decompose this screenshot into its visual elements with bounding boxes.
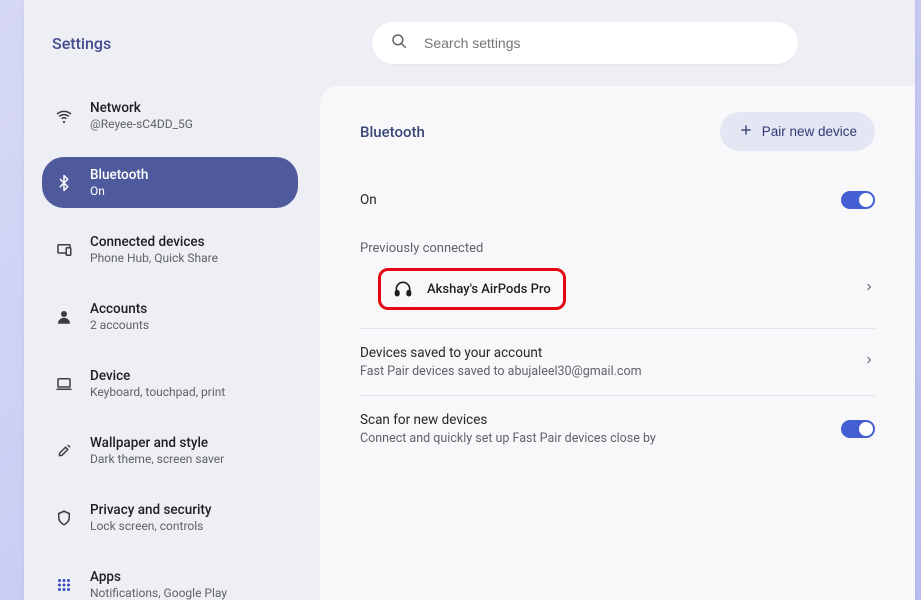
- sidebar-item-sublabel: Keyboard, touchpad, print: [90, 385, 225, 399]
- row-subtitle: Connect and quickly set up Fast Pair dev…: [360, 431, 656, 446]
- devices-icon: [54, 240, 74, 260]
- pair-button-label: Pair new device: [762, 124, 857, 139]
- row-subtitle: Fast Pair devices saved to abujaleel30@g…: [360, 364, 863, 379]
- sidebar-item-sublabel: @Reyee-sC4DD_5G: [90, 117, 193, 131]
- sidebar-item-label: Apps: [90, 569, 227, 585]
- content-panel: Bluetooth Pair new device On Previously …: [320, 86, 915, 600]
- shield-icon: [54, 508, 74, 528]
- row-title: Devices saved to your account: [360, 345, 863, 361]
- bluetooth-toggle[interactable]: [841, 191, 875, 209]
- search-input[interactable]: [422, 34, 780, 52]
- sidebar-item-sublabel: Lock screen, controls: [90, 519, 212, 533]
- sidebar-item-sublabel: Dark theme, screen saver: [90, 452, 224, 466]
- sidebar-item-sublabel: 2 accounts: [90, 318, 149, 332]
- sidebar-item-label: Accounts: [90, 301, 149, 317]
- content-title: Bluetooth: [360, 123, 425, 141]
- headphones-icon: [393, 279, 413, 299]
- bluetooth-icon: [54, 173, 74, 193]
- sidebar-item-bluetooth[interactable]: Bluetooth On: [42, 157, 298, 208]
- scan-toggle[interactable]: [841, 420, 875, 438]
- sidebar-item-label: Wallpaper and style: [90, 435, 224, 451]
- plus-icon: [738, 122, 754, 141]
- scan-new-devices-row: Scan for new devices Connect and quickly…: [360, 395, 875, 462]
- row-title: Scan for new devices: [360, 412, 656, 428]
- sidebar-item-label: Device: [90, 368, 225, 384]
- sidebar-item-sublabel: Phone Hub, Quick Share: [90, 251, 218, 265]
- sidebar-item-label: Connected devices: [90, 234, 218, 250]
- search-icon: [390, 32, 408, 54]
- apps-icon: [54, 575, 74, 595]
- person-icon: [54, 307, 74, 327]
- previously-connected-label: Previously connected: [360, 241, 875, 256]
- brush-icon: [54, 441, 74, 461]
- chevron-right-icon[interactable]: [863, 281, 875, 297]
- bluetooth-on-row: On: [360, 177, 875, 223]
- search-field[interactable]: [372, 22, 798, 64]
- sidebar-item-accounts[interactable]: Accounts 2 accounts: [42, 291, 298, 342]
- laptop-icon: [54, 374, 74, 394]
- sidebar-item-label: Network: [90, 100, 193, 116]
- row-label: On: [360, 192, 377, 208]
- sidebar-item-sublabel: On: [90, 184, 148, 198]
- sidebar-item-label: Privacy and security: [90, 502, 212, 518]
- sidebar-item-privacy[interactable]: Privacy and security Lock screen, contro…: [42, 492, 298, 543]
- page-title: Settings: [52, 34, 292, 53]
- previously-connected-device[interactable]: Akshay's AirPods Pro: [378, 268, 566, 310]
- sidebar: Network @Reyee-sC4DD_5G Bluetooth On: [24, 86, 316, 600]
- topbar: Settings: [24, 0, 915, 86]
- sidebar-item-apps[interactable]: Apps Notifications, Google Play: [42, 559, 298, 600]
- sidebar-item-network[interactable]: Network @Reyee-sC4DD_5G: [42, 90, 298, 141]
- sidebar-item-sublabel: Notifications, Google Play: [90, 586, 227, 600]
- wifi-icon: [54, 106, 74, 126]
- device-name: Akshay's AirPods Pro: [427, 282, 551, 297]
- pair-new-device-button[interactable]: Pair new device: [720, 112, 875, 151]
- settings-window: Settings Network @Reyee-sC4DD_5G: [24, 0, 915, 600]
- devices-saved-row[interactable]: Devices saved to your account Fast Pair …: [360, 328, 875, 395]
- sidebar-item-device[interactable]: Device Keyboard, touchpad, print: [42, 358, 298, 409]
- sidebar-item-label: Bluetooth: [90, 167, 148, 183]
- sidebar-item-wallpaper[interactable]: Wallpaper and style Dark theme, screen s…: [42, 425, 298, 476]
- sidebar-item-connected-devices[interactable]: Connected devices Phone Hub, Quick Share: [42, 224, 298, 275]
- chevron-right-icon: [863, 354, 875, 370]
